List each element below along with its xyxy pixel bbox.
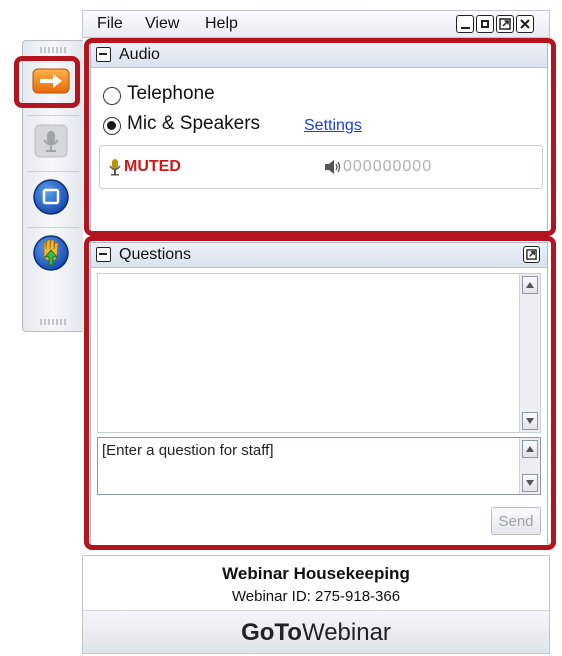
brand-light: Webinar bbox=[301, 619, 391, 646]
microphone-icon bbox=[34, 124, 68, 158]
screen-button[interactable] bbox=[29, 175, 73, 219]
brand-bold: GoTo bbox=[241, 619, 302, 646]
close-button[interactable] bbox=[516, 15, 534, 33]
raise-hand-icon bbox=[33, 235, 69, 271]
popout-icon bbox=[499, 18, 511, 30]
menu-bar: File View Help bbox=[82, 10, 550, 38]
toolbar-grip-bottom[interactable] bbox=[40, 319, 66, 325]
popout-button[interactable] bbox=[496, 15, 514, 33]
webinar-footer: Webinar Housekeeping Webinar ID: 275-918… bbox=[82, 555, 550, 654]
close-icon bbox=[520, 19, 530, 29]
brand-bar: GoToWebinar bbox=[83, 610, 549, 653]
toolbar-grip-top[interactable] bbox=[40, 47, 66, 53]
highlight-questions-panel bbox=[84, 236, 556, 550]
restore-icon bbox=[481, 20, 489, 28]
highlight-show-panel bbox=[14, 56, 80, 108]
minimize-icon bbox=[460, 26, 470, 29]
minimize-button[interactable] bbox=[456, 15, 474, 33]
webinar-id: Webinar ID: 275-918-366 bbox=[231, 588, 401, 605]
restore-button[interactable] bbox=[476, 15, 494, 33]
highlight-audio-panel bbox=[84, 38, 556, 236]
menu-view[interactable]: View bbox=[145, 15, 179, 33]
webinar-title: Webinar Housekeeping bbox=[222, 564, 410, 583]
brand-logo: GoToWebinar bbox=[83, 619, 549, 647]
menu-help[interactable]: Help bbox=[205, 15, 238, 33]
raise-hand-button[interactable] bbox=[29, 231, 73, 275]
screen-icon bbox=[33, 179, 69, 215]
menu-file[interactable]: File bbox=[97, 15, 123, 33]
microphone-button[interactable] bbox=[29, 119, 73, 163]
